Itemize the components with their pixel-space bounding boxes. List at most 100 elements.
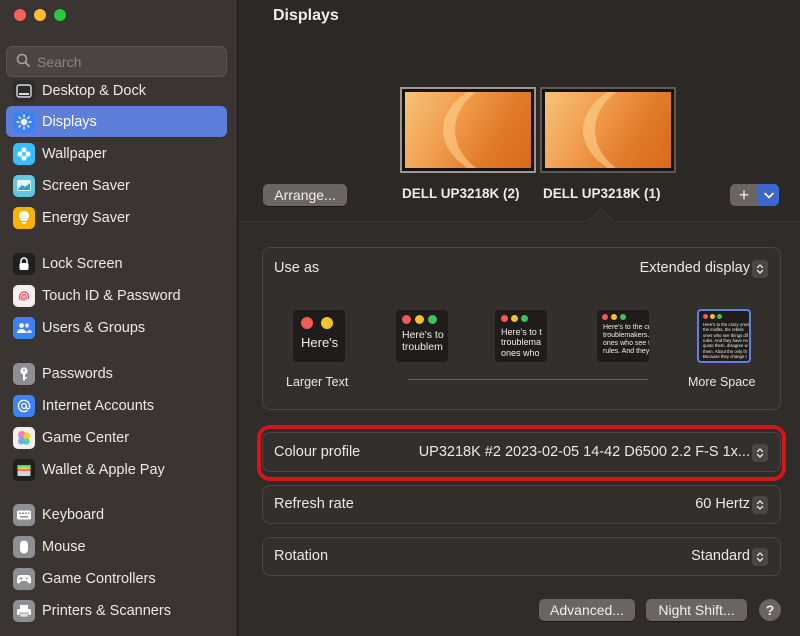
resolution-track bbox=[408, 379, 648, 380]
resolution-sample-text: Here's to the cr troublemakers. ones who… bbox=[603, 324, 649, 356]
sidebar-item-desktop-dock[interactable]: Desktop & Dock bbox=[6, 75, 227, 106]
resolution-option-2[interactable]: Here's to troublem bbox=[396, 310, 448, 362]
advanced-button[interactable]: Advanced... bbox=[539, 599, 635, 621]
wallpaper-preview bbox=[545, 92, 671, 168]
sidebar: Desktop & Dock Displays Wallpaper Screen… bbox=[0, 0, 238, 636]
search-input[interactable] bbox=[37, 53, 217, 70]
display-name-2[interactable]: DELL UP3218K (2) bbox=[402, 186, 520, 201]
main-pane: Displays Arrange... DELL UP3218K (2) DEL… bbox=[239, 0, 800, 636]
sidebar-item-keyboard[interactable]: Keyboard bbox=[6, 499, 227, 530]
sidebar-item-touch-id[interactable]: Touch ID & Password bbox=[6, 280, 227, 311]
sidebar-item-printers-scanners[interactable]: Printers & Scanners bbox=[6, 595, 227, 626]
arrange-button[interactable]: Arrange... bbox=[263, 184, 347, 206]
up-down-chevron-icon bbox=[756, 500, 764, 510]
sidebar-item-wallpaper[interactable]: Wallpaper bbox=[6, 138, 227, 169]
sun-icon bbox=[13, 110, 35, 133]
lock-icon bbox=[13, 252, 35, 275]
sidebar-item-wallet[interactable]: Wallet & Apple Pay bbox=[6, 454, 227, 485]
sidebar-item-screen-saver[interactable]: Screen Saver bbox=[6, 170, 227, 201]
minimize-window-button[interactable] bbox=[34, 9, 46, 21]
sidebar-item-label: Wallet & Apple Pay bbox=[42, 461, 165, 478]
display-name-1[interactable]: DELL UP3218K (1) bbox=[543, 186, 661, 201]
resolution-option-more-space[interactable]: Here's to the crazy ones the misfits, th… bbox=[697, 309, 751, 363]
sidebar-item-users-groups[interactable]: Users & Groups bbox=[6, 312, 227, 343]
sidebar-item-label: Lock Screen bbox=[42, 255, 123, 272]
resolution-option-larger-text[interactable]: Here's bbox=[293, 310, 345, 362]
sidebar-item-displays[interactable]: Displays bbox=[6, 106, 227, 137]
refresh-rate-stepper[interactable] bbox=[752, 496, 768, 514]
display-arrangement: Displays Arrange... DELL UP3218K (2) DEL… bbox=[239, 0, 800, 222]
resolution-sample-text: Here's to the crazy ones the misfits, th… bbox=[703, 322, 750, 363]
chevron-down-icon bbox=[763, 192, 774, 199]
sidebar-item-game-controllers[interactable]: Game Controllers bbox=[6, 563, 227, 594]
display-thumbnail-1[interactable] bbox=[540, 87, 676, 173]
use-as-stepper[interactable] bbox=[752, 260, 768, 278]
flower-icon bbox=[13, 142, 35, 165]
search-icon bbox=[16, 53, 30, 70]
sidebar-item-label: Game Controllers bbox=[42, 570, 156, 587]
sidebar-item-label: Users & Groups bbox=[42, 319, 146, 336]
up-down-chevron-icon bbox=[756, 552, 764, 562]
refresh-rate-row: Refresh rate 60 Hertz bbox=[262, 485, 781, 524]
search-field[interactable] bbox=[6, 46, 227, 77]
sidebar-item-passwords[interactable]: Passwords bbox=[6, 358, 227, 389]
screen-saver-icon bbox=[13, 174, 35, 197]
fingerprint-icon bbox=[13, 284, 35, 307]
refresh-rate-value[interactable]: 60 Hertz bbox=[695, 496, 750, 512]
add-display-button[interactable]: + bbox=[730, 184, 758, 206]
sidebar-item-internet-accounts[interactable]: Internet Accounts bbox=[6, 390, 227, 421]
zoom-window-button[interactable] bbox=[54, 9, 66, 21]
lightbulb-icon bbox=[13, 206, 35, 229]
resolution-sample-text: Here's bbox=[301, 335, 339, 350]
rotation-stepper[interactable] bbox=[752, 548, 768, 566]
display-settings: Use as Extended display Here's Larger Te… bbox=[239, 223, 800, 636]
sidebar-item-label: Mouse bbox=[42, 538, 86, 555]
sidebar-item-label: Touch ID & Password bbox=[42, 287, 181, 304]
wallpaper-preview bbox=[405, 92, 531, 168]
use-as-value[interactable]: Extended display bbox=[640, 260, 750, 276]
sidebar-item-label: Displays bbox=[42, 113, 97, 130]
resolution-option-3[interactable]: Here's to t troublema ones who bbox=[495, 310, 547, 362]
wallet-icon bbox=[13, 458, 35, 481]
sidebar-item-mouse[interactable]: Mouse bbox=[6, 531, 227, 562]
refresh-rate-label: Refresh rate bbox=[274, 496, 354, 512]
at-icon bbox=[13, 394, 35, 417]
use-as-panel: Use as Extended display Here's Larger Te… bbox=[262, 247, 781, 410]
mouse-icon bbox=[13, 535, 35, 558]
display-thumbnail-2[interactable] bbox=[400, 87, 536, 173]
add-display-menu-button[interactable] bbox=[758, 184, 779, 206]
night-shift-button[interactable]: Night Shift... bbox=[646, 599, 747, 621]
highlight-annotation bbox=[257, 425, 786, 481]
key-icon bbox=[13, 362, 35, 385]
game-center-icon bbox=[13, 426, 35, 449]
sidebar-item-label: Screen Saver bbox=[42, 177, 130, 194]
resolution-option-4[interactable]: Here's to the cr troublemakers. ones who… bbox=[597, 310, 649, 362]
sidebar-item-label: Wallpaper bbox=[42, 145, 107, 162]
close-window-button[interactable] bbox=[14, 9, 26, 21]
sidebar-item-label: Energy Saver bbox=[42, 209, 130, 226]
use-as-label: Use as bbox=[274, 260, 320, 276]
sidebar-item-game-center[interactable]: Game Center bbox=[6, 422, 227, 453]
sidebar-item-label: Keyboard bbox=[42, 506, 105, 523]
sidebar-item-label: Internet Accounts bbox=[42, 397, 155, 414]
larger-text-label: Larger Text bbox=[286, 375, 349, 389]
sidebar-item-label: Passwords bbox=[42, 365, 113, 382]
up-down-chevron-icon bbox=[756, 264, 764, 274]
rotation-row: Rotation Standard bbox=[262, 537, 781, 576]
sidebar-item-lock-screen[interactable]: Lock Screen bbox=[6, 248, 227, 279]
more-space-label: More Space bbox=[688, 375, 756, 389]
sidebar-item-energy-saver[interactable]: Energy Saver bbox=[6, 202, 227, 233]
printer-icon bbox=[13, 599, 35, 622]
game-controller-icon bbox=[13, 567, 35, 590]
rotation-value[interactable]: Standard bbox=[691, 548, 750, 564]
window-controls bbox=[14, 9, 66, 21]
add-display-control: + bbox=[730, 184, 780, 206]
rotation-label: Rotation bbox=[274, 548, 329, 564]
help-button[interactable]: ? bbox=[759, 599, 781, 621]
keyboard-icon bbox=[13, 503, 35, 526]
page-title: Displays bbox=[273, 7, 339, 24]
users-icon bbox=[13, 316, 35, 339]
sidebar-item-label: Desktop & Dock bbox=[42, 82, 146, 99]
resolution-sample-text: Here's to t troublema ones who bbox=[501, 327, 542, 358]
desktop-dock-icon bbox=[13, 79, 35, 102]
